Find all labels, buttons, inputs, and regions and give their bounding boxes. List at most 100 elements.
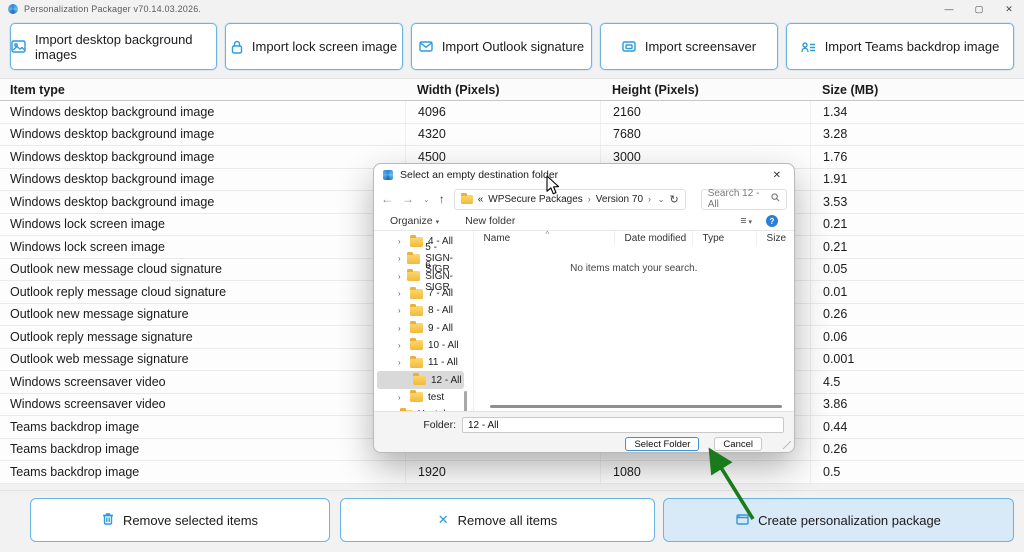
footer-button-label: Remove all items (458, 513, 558, 528)
cell-item-type: Outlook web message signature (0, 352, 405, 366)
import-teams-backdrop-button[interactable]: Import Teams backdrop image (786, 23, 1014, 70)
screensaver-icon (622, 41, 636, 53)
remove-selected-items-button[interactable]: Remove selected items (30, 498, 330, 542)
search-icon (771, 193, 780, 205)
lock-icon (231, 40, 243, 54)
breadcrumb-segment[interactable]: WPSecure Packages (488, 194, 583, 205)
sort-ascending-icon: ^ (546, 230, 550, 239)
remove-all-items-button[interactable]: ✕ Remove all items (340, 498, 655, 542)
tree-item-label: 11 - All (428, 357, 458, 368)
forward-icon[interactable]: → (402, 192, 414, 206)
tree-item-label: 7 - All (428, 288, 453, 299)
column-header-size[interactable]: Size (756, 231, 794, 245)
refresh-icon[interactable]: ↻ (669, 193, 678, 206)
view-options-menu[interactable]: ≡▾ (740, 215, 752, 227)
cell-item-type: Windows screensaver video (0, 375, 405, 389)
address-bar[interactable]: « WPSecure Packages › Version 70 › 12 - … (454, 189, 686, 210)
cell-item-type: Windows screensaver video (0, 397, 405, 411)
import-outlook-signature-button[interactable]: Import Outlook signature (411, 23, 592, 70)
cell-size: 0.44 (810, 416, 1024, 438)
app-icon (8, 4, 18, 14)
list-view-icon: ≡ (740, 215, 745, 227)
tree-item-label: 10 - All (428, 340, 459, 351)
column-header-height: Height (Pixels) (600, 83, 810, 97)
cell-item-type: Outlook new message cloud signature (0, 262, 405, 276)
folder-icon (413, 375, 426, 385)
breadcrumb-segment[interactable]: Version 70 (596, 194, 643, 205)
import-desktop-backgrounds-button[interactable]: Import desktop background images (10, 23, 217, 70)
cell-item-type: Teams backdrop image (0, 442, 405, 456)
dialog-title: Select an empty destination folder (400, 169, 769, 181)
cell-size: 0.21 (810, 214, 1024, 236)
package-icon (736, 513, 749, 528)
column-header-type[interactable]: Type (692, 231, 756, 245)
chevron-right-icon: › (588, 194, 591, 204)
tree-item[interactable]: › test (374, 389, 467, 406)
organize-menu[interactable]: Organize▾ (390, 215, 439, 227)
folder-icon (407, 254, 420, 264)
tree-item[interactable]: ›6 - SIGN- SIGR (374, 268, 467, 285)
cell-item-type: Windows desktop background image (0, 150, 405, 164)
breadcrumb-overflow[interactable]: « (478, 194, 484, 205)
up-icon[interactable]: ↑ (439, 192, 445, 206)
import-lock-screen-button[interactable]: Import lock screen image (225, 23, 403, 70)
cell-item-type: Outlook reply message cloud signature (0, 285, 405, 299)
table-row[interactable]: Teams backdrop image192010800.5 (0, 461, 1024, 484)
folder-icon (410, 392, 423, 402)
cell-height: 1080 (600, 461, 810, 483)
window-controls: — ▢ ✕ (934, 0, 1024, 18)
back-icon[interactable]: ← (381, 192, 393, 206)
tree-scrollbar[interactable] (464, 391, 467, 413)
select-folder-button[interactable]: Select Folder (625, 437, 699, 451)
folder-field-label: Folder: (374, 419, 462, 431)
table-row[interactable]: Windows desktop background image43207680… (0, 124, 1024, 147)
chevron-right-icon[interactable]: › (398, 341, 405, 350)
folder-name-input[interactable]: 12 - All (462, 417, 784, 433)
create-personalization-package-button[interactable]: Create personalization package (663, 498, 1014, 542)
cell-item-type: Windows desktop background image (0, 127, 405, 141)
tree-item[interactable]: › 11 - All (374, 354, 467, 371)
search-input[interactable]: Search 12 - All (701, 189, 787, 210)
close-button[interactable]: ✕ (994, 0, 1024, 18)
recent-locations-icon[interactable]: ⌄ (423, 195, 430, 204)
chevron-right-icon[interactable]: › (398, 358, 405, 367)
column-header-size: Size (MB) (810, 83, 1024, 97)
chevron-right-icon[interactable]: › (398, 306, 405, 315)
new-folder-button[interactable]: New folder (465, 215, 515, 227)
chevron-right-icon[interactable]: › (398, 324, 405, 333)
chevron-right-icon[interactable]: › (398, 237, 405, 246)
cell-size: 4.5 (810, 371, 1024, 393)
empty-results-message: No items match your search. (474, 263, 794, 274)
cell-width: 4096 (405, 101, 600, 123)
import-screensaver-button[interactable]: Import screensaver (600, 23, 778, 70)
dialog-close-button[interactable]: ✕ (769, 170, 785, 181)
column-header-date-modified[interactable]: Date modified (614, 231, 692, 245)
tree-item-label: 9 - All (428, 323, 453, 334)
dialog-titlebar[interactable]: Select an empty destination folder ✕ (374, 164, 794, 186)
resize-grip-icon[interactable] (783, 441, 791, 449)
footer-bar: Remove selected items ✕ Remove all items… (0, 490, 1024, 552)
import-button-label: Import screensaver (645, 39, 756, 54)
tree-item[interactable]: ›8 - All (374, 302, 467, 319)
maximize-button[interactable]: ▢ (964, 0, 994, 18)
minimize-button[interactable]: — (934, 0, 964, 18)
tree-item-label: test (428, 392, 444, 403)
chevron-right-icon[interactable]: › (398, 272, 402, 281)
folder-icon (410, 323, 423, 333)
table-row[interactable]: Windows desktop background image40962160… (0, 101, 1024, 124)
chevron-right-icon[interactable]: › (398, 393, 405, 402)
cell-width: 1920 (405, 461, 600, 483)
horizontal-scrollbar[interactable] (490, 405, 782, 408)
tree-item-selected[interactable]: ›12 - All (377, 371, 464, 388)
column-header-name[interactable]: Name^ (474, 233, 614, 244)
tree-item[interactable]: › 10 - All (374, 337, 467, 354)
tree-item[interactable]: › 9 - All (374, 319, 467, 336)
chevron-right-icon[interactable]: › (398, 254, 402, 263)
chevron-right-icon[interactable]: › (398, 289, 405, 298)
help-icon[interactable]: ? (766, 215, 778, 227)
select-folder-dialog: Select an empty destination folder ✕ ← →… (373, 163, 795, 453)
chevron-right-icon: › (648, 194, 651, 204)
chevron-down-icon[interactable]: ⌄ (658, 195, 665, 204)
cancel-button[interactable]: Cancel (714, 437, 762, 451)
cell-size: 1.91 (810, 169, 1024, 191)
